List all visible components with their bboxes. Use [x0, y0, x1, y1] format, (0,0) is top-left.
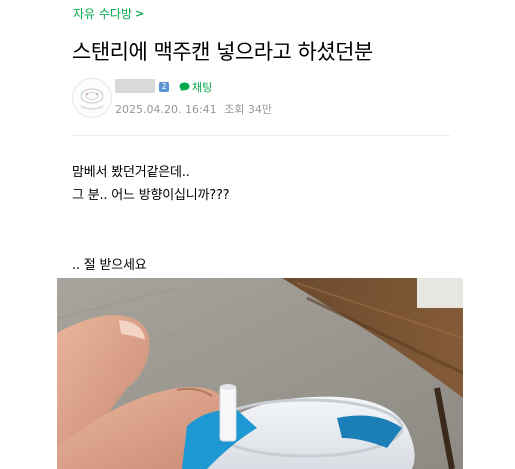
chat-bubble-icon [179, 82, 190, 92]
post-meta: 2025.04.20. 16:41 조회 34만 [115, 101, 276, 117]
avatar[interactable] [72, 78, 112, 118]
avatar-illustration-icon [74, 80, 110, 116]
post-image[interactable] [57, 278, 463, 469]
post-date: 2025.04.20. 16:41 [115, 103, 217, 116]
chat-button[interactable]: 채팅 [179, 79, 212, 95]
divider [72, 135, 450, 136]
board-name: 자유 수다방 [73, 7, 133, 21]
level-badge: 2 [159, 82, 169, 92]
chevron-right-icon: > [135, 7, 145, 20]
body-line-3: .. 절 받으세요 [72, 258, 147, 273]
chat-label: 채팅 [192, 81, 213, 94]
photo-hand-tumbler [57, 278, 463, 469]
board-link[interactable]: 자유 수다방 > [73, 5, 144, 22]
author-name-redacted[interactable] [115, 79, 155, 93]
body-line-2: 그 분.. 어느 방향이십니까??? [72, 188, 230, 203]
body-line-1: 맘베서 봤던거같은데.. [72, 165, 190, 180]
post-title: 스탠리에 맥주캔 넣으라고 하셨던분 [72, 40, 373, 64]
author-block: 2 채팅 2025.04.20. 16:41 조회 34만 [72, 78, 452, 122]
view-count: 조회 34만 [224, 103, 273, 116]
